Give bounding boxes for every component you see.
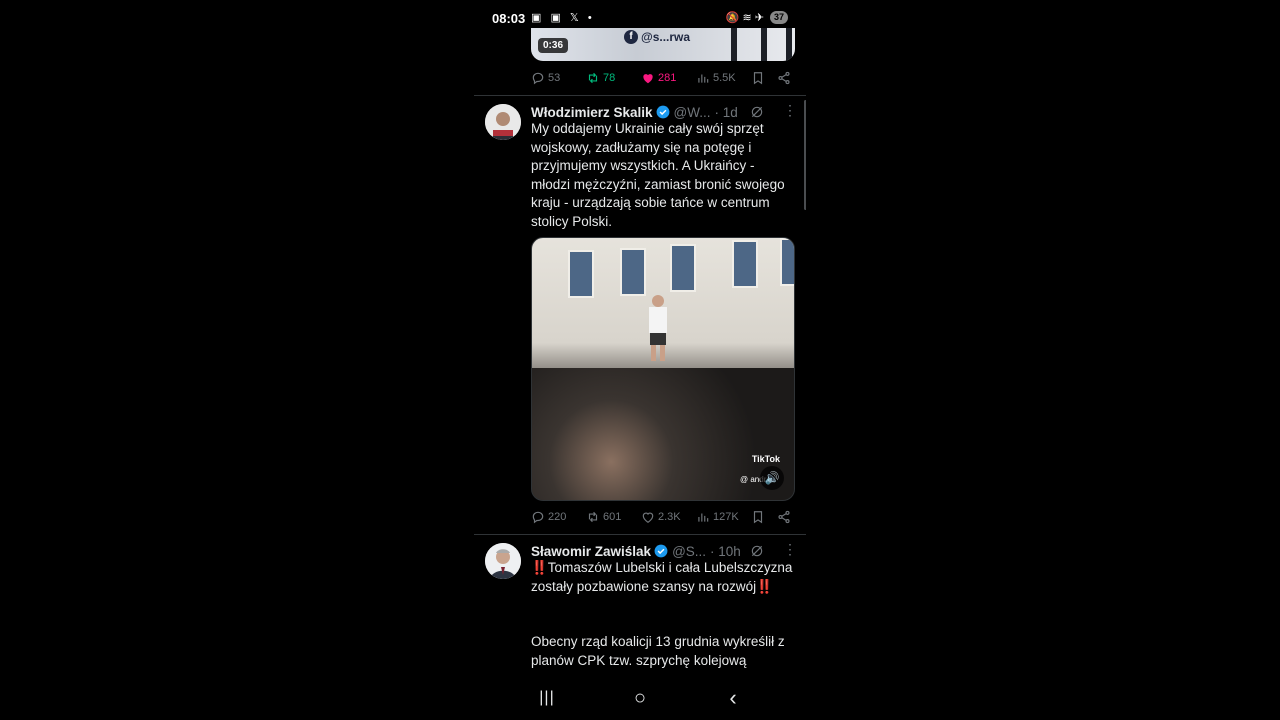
author-handle[interactable]: @S... [672, 544, 706, 559]
like-button[interactable]: 281 [641, 71, 696, 85]
notification-icons: ▣ ▣ 𝕏 • [531, 12, 595, 24]
views-button[interactable]: 127K [696, 510, 751, 524]
video-duration: 0:36 [538, 38, 569, 53]
status-right: 🔕 ≋ ✈ 37 [726, 11, 788, 24]
author-name[interactable]: Włodzimierz Skalik [531, 105, 653, 120]
tweet-text-continued: Obecny rząd koalicji 13 grudnia wykreśli… [531, 634, 785, 668]
recents-button[interactable]: ||| [534, 686, 560, 710]
divider [474, 534, 806, 535]
avatar[interactable] [485, 104, 521, 140]
more-options-icon[interactable]: ⋮ [783, 102, 797, 119]
bookmark-icon [753, 511, 763, 524]
like-button[interactable]: 2.3K [641, 510, 696, 524]
tiktok-watermark: TikTok [751, 454, 780, 464]
heart-filled-icon [643, 74, 653, 84]
grok-icon[interactable] [750, 544, 764, 558]
more-options-icon[interactable]: ⋮ [783, 541, 797, 558]
author-handle[interactable]: @W... [674, 105, 711, 120]
retweet-button[interactable]: 78 [586, 71, 641, 85]
video-overlay-handle: f @s...rwa [624, 30, 690, 44]
tweet-header: Sławomir Zawiślak @S... · 10h ⋮ [531, 541, 801, 561]
bookmark-icon [753, 72, 763, 85]
phone-screen: 08:03 ▣ ▣ 𝕏 • 🔕 ≋ ✈ 37 0:36 f @s...rwa 5… [474, 0, 806, 720]
mute-toggle-icon[interactable]: 🔊 [760, 466, 784, 490]
tweet-header: Włodzimierz Skalik @W... · 1d ⋮ [531, 102, 801, 122]
share-button[interactable] [777, 71, 791, 85]
views-icon [698, 513, 709, 522]
share-icon [778, 510, 790, 524]
system-icons: 🔕 ≋ ✈ [725, 12, 764, 24]
reply-button[interactable]: 53 [531, 71, 586, 85]
battery-indicator: 37 [769, 11, 788, 24]
divider [474, 95, 806, 96]
retweet-icon [588, 72, 598, 84]
heart-icon [642, 512, 654, 523]
retweet-button[interactable]: 601 [586, 510, 641, 524]
home-button[interactable]: ○ [627, 686, 653, 710]
tweet-text: My oddajemy Ukrainie cały swój sprzęt wo… [531, 121, 785, 229]
dancer-figure [649, 295, 667, 361]
reply-icon [532, 72, 544, 85]
avatar[interactable] [485, 543, 521, 579]
bookmark-button[interactable] [751, 71, 777, 85]
verified-badge-icon [656, 105, 669, 119]
tweet-text: ‼️Tomaszów Lubelski i cała Lubelszczyzna… [531, 560, 793, 594]
reply-icon [532, 511, 544, 524]
facebook-icon: f [624, 30, 638, 44]
bookmark-button[interactable] [751, 510, 777, 524]
tweet-time[interactable]: · 1d [715, 105, 738, 120]
tweet-time[interactable]: · 10h [710, 544, 741, 559]
grok-icon[interactable] [750, 105, 764, 119]
prev-tweet-actions: 53 78 281 5.5K [531, 69, 793, 87]
share-icon [778, 71, 790, 85]
verified-badge-icon [654, 544, 668, 558]
tweet-skalik[interactable]: Włodzimierz Skalik @W... · 1d ⋮ My oddaj… [474, 102, 806, 532]
share-button[interactable] [777, 510, 791, 524]
author-name[interactable]: Sławomir Zawiślak [531, 544, 651, 559]
views-icon [698, 74, 709, 83]
reply-button[interactable]: 220 [531, 510, 586, 524]
tweet-zawislak[interactable]: Sławomir Zawiślak @S... · 10h ⋮ ‼️Tomasz… [474, 541, 806, 676]
retweet-icon [588, 511, 598, 523]
back-button[interactable]: ‹ [720, 686, 746, 710]
views-button[interactable]: 5.5K [696, 71, 751, 85]
tweet-actions: 220 601 2.3K 127K [531, 508, 793, 526]
status-time: 08:03 [492, 11, 526, 26]
tweet-video[interactable]: TikTok @ andr 🔊 [531, 237, 795, 501]
android-nav-bar: ||| ○ ‹ [474, 676, 806, 720]
